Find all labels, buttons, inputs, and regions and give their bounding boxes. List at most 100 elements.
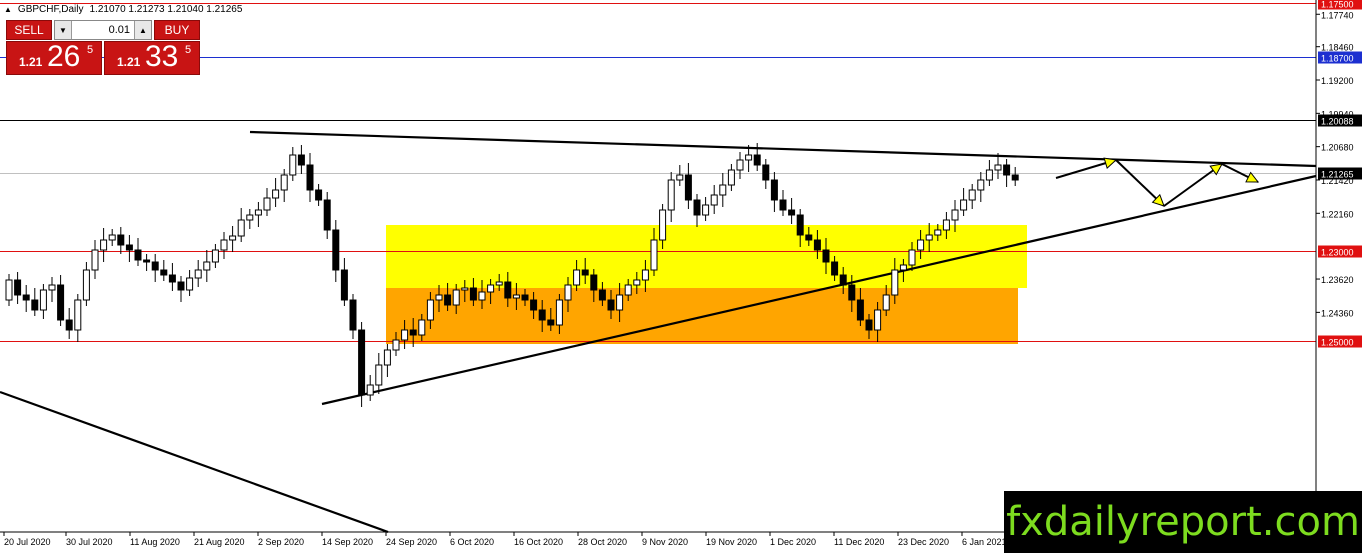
candle-body bbox=[426, 299, 434, 321]
candle-body bbox=[82, 269, 90, 301]
candle-body bbox=[237, 219, 245, 237]
candle-body bbox=[521, 294, 529, 301]
candle-body bbox=[289, 154, 297, 176]
lot-up-icon[interactable]: ▲ bbox=[134, 21, 151, 39]
candle-body bbox=[882, 294, 890, 311]
candle-body bbox=[805, 234, 813, 241]
time-tick-label: 2 Sep 2020 bbox=[258, 537, 304, 547]
candle-body bbox=[1003, 164, 1011, 176]
lot-down-icon[interactable]: ▼ bbox=[55, 21, 72, 39]
candle-body bbox=[856, 299, 864, 321]
time-tick-label: 24 Sep 2020 bbox=[386, 537, 437, 547]
candle-body bbox=[125, 244, 133, 251]
candle-body bbox=[444, 294, 452, 306]
candle-body bbox=[246, 214, 254, 221]
lot-size-field[interactable]: ▼ 0.01 ▲ bbox=[54, 20, 152, 40]
candle-body bbox=[5, 279, 13, 301]
time-tick-label: 14 Sep 2020 bbox=[322, 537, 373, 547]
price-tick-label: 1.17740 bbox=[1321, 10, 1354, 20]
candle-body bbox=[100, 239, 108, 251]
candle-body bbox=[151, 261, 159, 271]
sell-price-button[interactable]: 1.21 26 5 bbox=[6, 40, 102, 75]
candle-body bbox=[719, 184, 727, 196]
candle-body bbox=[547, 319, 555, 326]
candle-body bbox=[650, 239, 658, 271]
candle-body bbox=[770, 179, 778, 201]
candle-body bbox=[229, 235, 237, 241]
candle-body bbox=[418, 319, 426, 336]
candle-body bbox=[573, 269, 581, 286]
candle-body bbox=[65, 319, 73, 331]
sell-button[interactable]: SELL bbox=[6, 20, 52, 40]
candle-body bbox=[383, 349, 391, 366]
price-tick-label: 1.24360 bbox=[1321, 308, 1354, 318]
one-click-trade-panel: SELL ▼ 0.01 ▲ BUY 1.21 26 5 1.21 33 5 bbox=[6, 20, 200, 76]
candle-body bbox=[392, 339, 400, 351]
time-tick-label: 1 Dec 2020 bbox=[770, 537, 816, 547]
candle-body bbox=[641, 269, 649, 281]
buy-price-button[interactable]: 1.21 33 5 bbox=[104, 40, 200, 75]
level-label: 1.17500 bbox=[1321, 0, 1354, 10]
candle-body bbox=[710, 194, 718, 206]
candle-body bbox=[487, 284, 495, 293]
candle-body bbox=[693, 199, 701, 216]
sell-price-big: 26 bbox=[47, 40, 81, 73]
candle-body bbox=[934, 229, 942, 236]
time-tick-label: 23 Dec 2020 bbox=[898, 537, 949, 547]
candle-body bbox=[538, 309, 546, 321]
candle-body bbox=[899, 264, 907, 271]
price-tick-label: 1.22160 bbox=[1321, 209, 1354, 219]
candle-body bbox=[349, 299, 357, 331]
candle-body bbox=[272, 189, 280, 199]
candle-body bbox=[994, 164, 1002, 171]
candle-body bbox=[323, 199, 331, 231]
candle-body bbox=[581, 269, 589, 276]
candle-body bbox=[91, 249, 99, 271]
candle-body bbox=[607, 299, 615, 311]
candle-body bbox=[942, 219, 950, 231]
candle-body bbox=[788, 209, 796, 216]
candle-body bbox=[598, 289, 606, 301]
candle-body bbox=[315, 189, 323, 201]
candle-body bbox=[469, 287, 477, 301]
candle-body bbox=[779, 199, 787, 211]
candle-body bbox=[727, 169, 735, 186]
candle-body bbox=[332, 229, 340, 271]
price-tick-label: 1.20680 bbox=[1321, 143, 1354, 153]
candle-body bbox=[659, 209, 667, 241]
candle-body bbox=[177, 281, 185, 291]
level-label: 1.23000 bbox=[1321, 248, 1354, 258]
candle-body bbox=[401, 329, 409, 341]
time-tick-label: 6 Oct 2020 bbox=[450, 537, 494, 547]
time-tick-label: 19 Nov 2020 bbox=[706, 537, 757, 547]
candle-body bbox=[452, 289, 460, 306]
candle-body bbox=[813, 239, 821, 251]
candle-body bbox=[22, 294, 30, 301]
candle-body bbox=[736, 159, 744, 171]
candle-body bbox=[186, 277, 194, 291]
supply-zone bbox=[386, 225, 1027, 288]
lot-size-value[interactable]: 0.01 bbox=[72, 24, 134, 36]
collapse-triangle-icon[interactable]: ▲ bbox=[4, 5, 12, 14]
candle-body bbox=[220, 239, 228, 251]
time-tick-label: 30 Jul 2020 bbox=[66, 537, 113, 547]
candle-body bbox=[908, 249, 916, 266]
price-chart[interactable]: 1.250001.230001.212651.200881.187001.175… bbox=[0, 0, 1362, 553]
candle-body bbox=[160, 269, 168, 276]
candle-body bbox=[839, 274, 847, 286]
candle-body bbox=[822, 249, 830, 263]
candle-body bbox=[1011, 174, 1019, 181]
candle-body bbox=[555, 299, 563, 326]
candle-body bbox=[968, 189, 976, 201]
candle-body bbox=[667, 179, 675, 211]
candle-body bbox=[108, 234, 116, 241]
candle-body bbox=[960, 199, 968, 211]
watermark-logo: fxdailyreport.com bbox=[1004, 491, 1362, 553]
candle-body bbox=[143, 259, 151, 263]
candle-body bbox=[925, 234, 933, 241]
candle-body bbox=[117, 234, 125, 246]
level-label: 1.18700 bbox=[1321, 54, 1354, 64]
symbol-info: GBPCHF,Daily bbox=[17, 4, 84, 15]
ohlc-values: 1.21070 1.21273 1.21040 1.21265 bbox=[89, 4, 243, 15]
buy-button[interactable]: BUY bbox=[154, 20, 200, 40]
